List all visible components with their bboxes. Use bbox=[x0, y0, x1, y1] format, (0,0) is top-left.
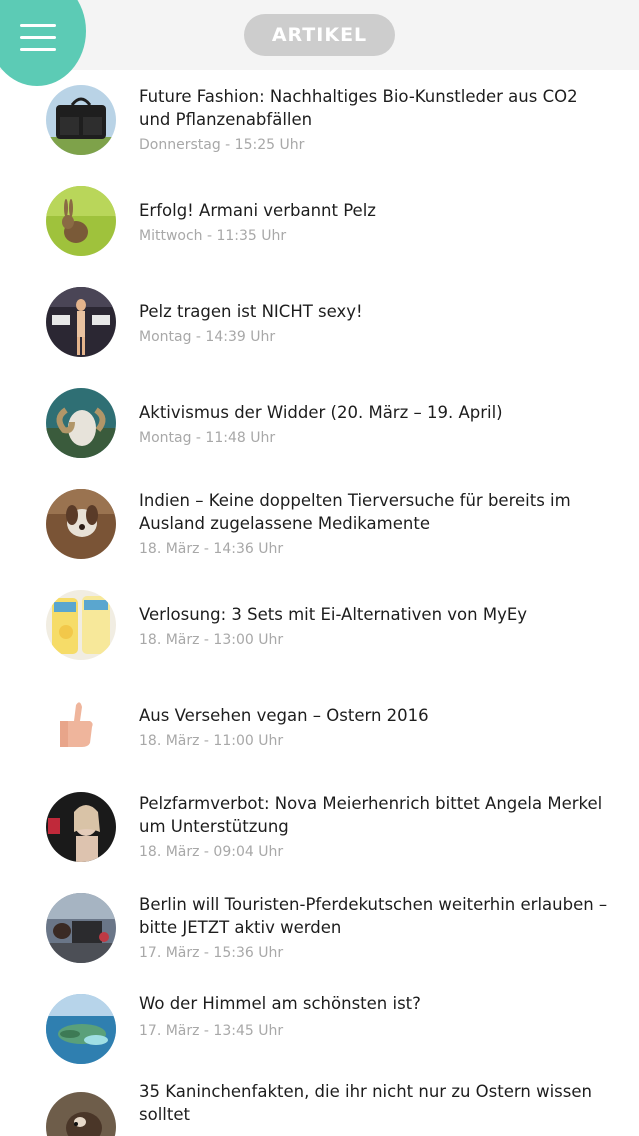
article-time: 18. März - 11:00 Uhr bbox=[139, 733, 284, 749]
article-title: Future Fashion: Nachhaltiges Bio-Kunstle… bbox=[139, 87, 578, 129]
rabbit-image bbox=[46, 186, 116, 256]
article-time: 18. März - 14:36 Uhr bbox=[139, 541, 284, 557]
article-time: Donnerstag - 15:25 Uhr bbox=[139, 137, 305, 153]
article-title: 35 Kaninchenfakten, die ihr nicht nur zu… bbox=[139, 1082, 592, 1124]
article-title: Berlin will Touristen-Pferdekutschen wei… bbox=[139, 895, 608, 937]
thumbs-up-image bbox=[46, 691, 116, 761]
article-title: Erfolg! Armani verbannt Pelz bbox=[139, 201, 376, 220]
article-title: Aus Versehen vegan – Ostern 2016 bbox=[139, 706, 429, 725]
article-time: 17. März - 13:45 Uhr bbox=[139, 1023, 284, 1039]
article-time: 18. März - 09:04 Uhr bbox=[139, 844, 284, 860]
article-item[interactable]: Berlin will Touristen-Pferdekutschen wei… bbox=[0, 878, 639, 979]
island-image bbox=[46, 994, 116, 1064]
rabbit-closeup-image bbox=[46, 1092, 116, 1136]
page-title: ARTIKEL bbox=[244, 14, 395, 56]
leather-bag-image bbox=[46, 85, 116, 155]
article-item[interactable]: Future Fashion: Nachhaltiges Bio-Kunstle… bbox=[0, 70, 639, 171]
article-item[interactable]: Aus Versehen vegan – Ostern 2016 18. Mär… bbox=[0, 676, 639, 777]
article-item[interactable]: Erfolg! Armani verbannt Pelz Mittwoch - … bbox=[0, 171, 639, 272]
article-title: Verlosung: 3 Sets mit Ei-Alternativen vo… bbox=[139, 605, 528, 624]
article-title: Pelzfarmverbot: Nova Meierhenrich bittet… bbox=[139, 794, 603, 836]
article-item[interactable]: Aktivismus der Widder (20. März – 19. Ap… bbox=[0, 373, 639, 474]
protest-image bbox=[46, 287, 116, 357]
article-time: Mittwoch - 11:35 Uhr bbox=[139, 228, 287, 244]
portrait-image bbox=[46, 792, 116, 862]
article-time: Montag - 11:48 Uhr bbox=[139, 430, 276, 446]
horse-carriage-image bbox=[46, 893, 116, 963]
top-bar: ARTIKEL bbox=[0, 0, 639, 70]
myey-products-image bbox=[46, 590, 116, 660]
article-title: Pelz tragen ist NICHT sexy! bbox=[139, 302, 363, 321]
article-time: Montag - 14:39 Uhr bbox=[139, 329, 276, 345]
article-item[interactable]: Indien – Keine doppelten Tierversuche fü… bbox=[0, 474, 639, 575]
article-item[interactable]: Pelz tragen ist NICHT sexy! Montag - 14:… bbox=[0, 272, 639, 373]
article-time: 18. März - 13:00 Uhr bbox=[139, 632, 284, 648]
article-list: Future Fashion: Nachhaltiges Bio-Kunstle… bbox=[0, 70, 639, 1136]
article-title: Aktivismus der Widder (20. März – 19. Ap… bbox=[139, 403, 503, 422]
article-item[interactable]: Wo der Himmel am schönsten ist? 17. März… bbox=[0, 979, 639, 1080]
article-item[interactable]: Pelzfarmverbot: Nova Meierhenrich bittet… bbox=[0, 777, 639, 878]
dog-painting-image bbox=[46, 489, 116, 559]
article-item[interactable]: Verlosung: 3 Sets mit Ei-Alternativen vo… bbox=[0, 575, 639, 676]
article-item[interactable]: 35 Kaninchenfakten, die ihr nicht nur zu… bbox=[0, 1080, 639, 1136]
app-screen: ARTIKEL Future Fashion: Nachhaltiges Bio bbox=[0, 0, 639, 1136]
hamburger-menu-icon bbox=[20, 24, 56, 52]
article-time: 17. März - 15:36 Uhr bbox=[139, 945, 284, 961]
article-title: Wo der Himmel am schönsten ist? bbox=[139, 994, 421, 1013]
article-title: Indien – Keine doppelten Tierversuche fü… bbox=[139, 491, 571, 533]
ram-image bbox=[46, 388, 116, 458]
